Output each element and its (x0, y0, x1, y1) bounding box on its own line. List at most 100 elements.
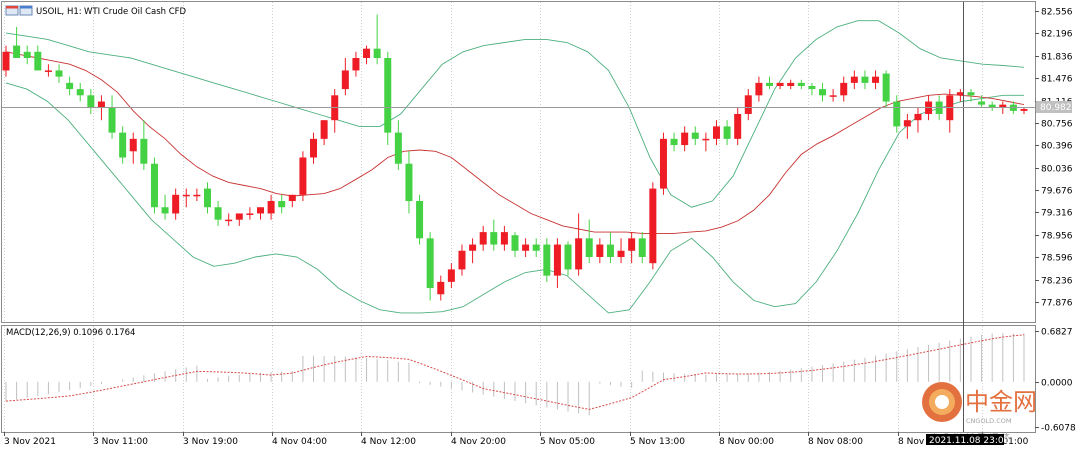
candle-body (172, 194, 180, 214)
y-tick-label: 81.476 (1041, 75, 1073, 85)
candle-body (44, 70, 52, 72)
candle-body (755, 82, 763, 96)
candle-body (479, 232, 487, 245)
candle-body (819, 89, 827, 96)
candle-body (320, 120, 328, 139)
macd-tick-label: 0.6827 (1041, 328, 1073, 338)
y-tick-label: 78.236 (1041, 277, 1073, 287)
candle-body (903, 120, 911, 127)
y-tick-label: 82.196 (1041, 30, 1073, 40)
candle-body (129, 138, 137, 152)
candle-body (2, 51, 10, 71)
candle (649, 182, 657, 270)
candle-body (511, 235, 519, 251)
x-tick-label: 4 Nov 20:00 (451, 437, 506, 447)
candle-body (649, 188, 657, 264)
y-tick-label: 79.676 (1041, 187, 1073, 197)
candle-body (628, 238, 636, 251)
candle-body (416, 201, 424, 239)
candle-body (872, 76, 880, 83)
candle-body (882, 73, 890, 102)
candle-body (140, 138, 148, 164)
candle-body (840, 82, 848, 96)
time-axis[interactable]: 3 Nov 2021 3 Nov 11:00 3 Nov 19:00 4 Nov 04… (4, 432, 1029, 447)
candle (416, 194, 424, 245)
candle-body (967, 92, 975, 96)
x-tick-label: 5 Nov 13:00 (630, 437, 685, 447)
candle-body (850, 76, 858, 83)
candle-body (288, 194, 296, 202)
candle-body (458, 250, 466, 270)
macd-tick-label: 0.0000 (1041, 379, 1073, 389)
candle-body (203, 188, 211, 208)
candle-body (108, 107, 116, 133)
candle-body (500, 232, 508, 245)
watermark: 中金网 CNGOLD.COM 中 金 财 经 新 媒 体 (922, 382, 1037, 443)
price-panel-frame (1, 1, 1036, 323)
candle-body (405, 163, 413, 202)
candle-body (150, 163, 158, 208)
x-tick-label: 8 Nov 00:00 (719, 437, 774, 447)
candle (543, 238, 551, 282)
candle-body (787, 82, 795, 86)
candle-body (575, 238, 583, 270)
y-tick-label: 81.836 (1041, 53, 1073, 63)
candle-body (596, 244, 604, 257)
cngold-logo-icon (922, 382, 962, 422)
x-tick-label: 4 Nov 12:00 (361, 437, 416, 447)
candle-body (638, 238, 646, 257)
price-axis[interactable]: 82.55682.19681.83681.47681.11680.75680.3… (1035, 8, 1073, 309)
candle-body (13, 45, 21, 59)
candle-body (1020, 108, 1028, 111)
candle (299, 151, 307, 202)
candle-body (373, 48, 381, 59)
crosshair-time-tag: 2021.11.08 23:00 (926, 434, 1010, 446)
candle (384, 51, 392, 146)
x-tick-label: 5 Nov 05:00 (540, 437, 595, 447)
x-tick-label: 3 Nov 11:00 (93, 437, 148, 447)
candle-body (310, 138, 318, 158)
candle-body (267, 201, 275, 214)
candle-body (723, 126, 731, 139)
candle-body (659, 138, 667, 189)
symbol-description: WTI Crude Oil Cash CFD (84, 7, 187, 17)
candle-body (278, 201, 286, 208)
y-tick-label: 77.876 (1041, 299, 1073, 309)
trading-chart: 0.6827 0.0000 -0.6078 82.556 82.196 81.836 81… (1, 1, 1076, 447)
y-tick-label: 82.556 (1041, 8, 1073, 18)
candle-body (87, 95, 95, 108)
candle-body (341, 70, 349, 90)
candle-body (363, 48, 371, 59)
candle-body (776, 82, 784, 86)
y-tick-label: 80.396 (1041, 142, 1073, 152)
candle-body (670, 138, 678, 146)
candle-body (352, 58, 360, 71)
candle-body (447, 269, 455, 282)
candle-body (744, 95, 752, 114)
candle-body (119, 132, 127, 158)
candle-body (55, 70, 63, 77)
candle-body (193, 194, 201, 197)
x-tick-label: 4 Nov 04:00 (272, 437, 327, 447)
candle-body (861, 76, 869, 83)
current-price-value: 80.982 (1040, 103, 1072, 113)
candle-body (522, 244, 530, 251)
candle-body (978, 101, 986, 105)
candle-body (914, 113, 922, 121)
candle-body (797, 82, 805, 86)
candle-body (394, 132, 402, 164)
candle-body (76, 89, 84, 96)
watermark-subtext: CNGOLD.COM (966, 417, 1012, 425)
current-price-tag: 80.982 (1036, 101, 1072, 113)
candle-body (617, 250, 625, 257)
candle-body (681, 132, 689, 146)
candle-body (893, 101, 901, 127)
candle-body (543, 244, 551, 276)
x-tick-label: 8 Nov 08:00 (808, 437, 863, 447)
candle-body (712, 126, 720, 139)
candle-body (956, 92, 964, 96)
candle-body (23, 51, 31, 59)
candle-body (490, 232, 498, 245)
y-tick-label: 80.036 (1041, 165, 1073, 175)
candle-body (426, 238, 434, 289)
